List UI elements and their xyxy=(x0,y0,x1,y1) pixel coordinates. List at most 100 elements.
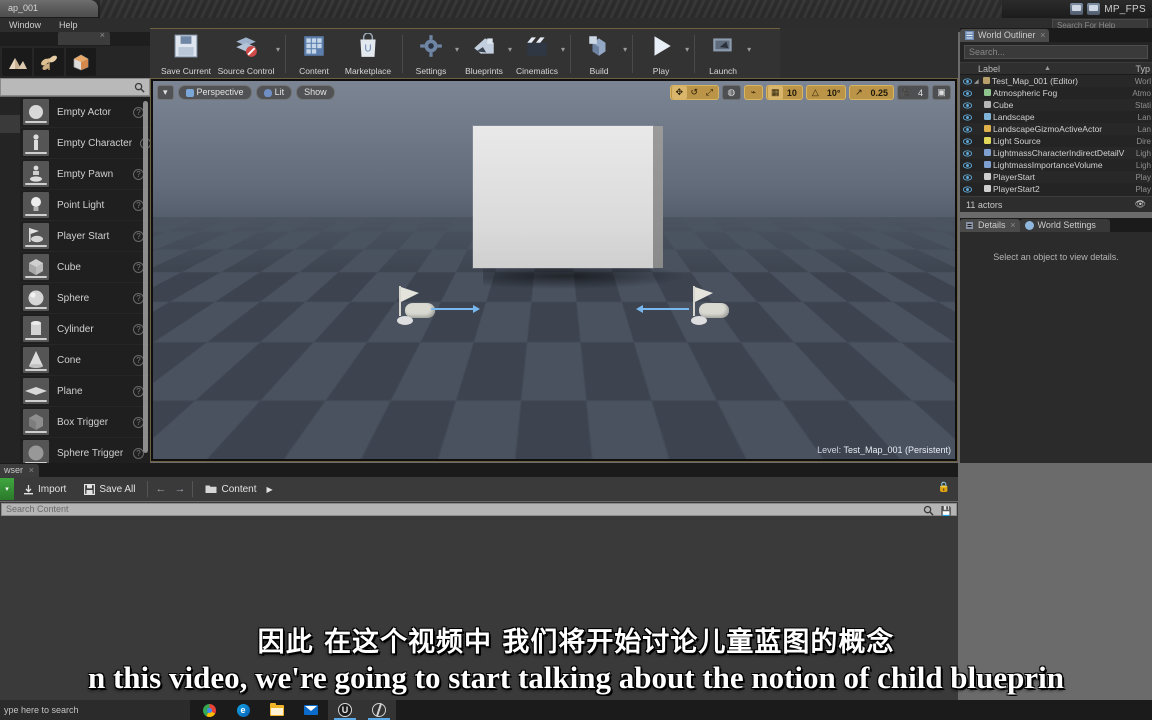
modes-tab[interactable] xyxy=(58,30,110,45)
toolbar-button-cinematics[interactable]: Cinematics xyxy=(513,30,561,78)
viewport-canvas[interactable]: ▾ Perspective Lit Show ✥ ↺ ⤢ ◍ ⌁ ▦ 10 △ … xyxy=(153,81,955,459)
geometry-edit-mode-icon[interactable] xyxy=(66,48,96,76)
scale-snap-icon[interactable]: ↗ xyxy=(851,86,866,99)
outliner-row[interactable]: PlayerStart2 Play xyxy=(960,183,1152,195)
visibility-eye-icon[interactable] xyxy=(960,137,974,145)
taskbar-app-mail[interactable] xyxy=(294,700,328,720)
world-outliner-search-input[interactable]: Search... xyxy=(964,45,1148,59)
visibility-eye-icon[interactable] xyxy=(960,125,974,133)
menu-item-window[interactable]: Window xyxy=(0,18,50,32)
angle-snap-icon[interactable]: △ xyxy=(808,86,823,99)
maximize-viewport-icon[interactable]: ▣ xyxy=(934,86,949,99)
place-item-empty-actor[interactable]: Empty Actor? xyxy=(20,97,150,128)
place-item-box-trigger[interactable]: Box Trigger? xyxy=(20,407,150,438)
foliage-mode-icon[interactable] xyxy=(34,48,64,76)
place-actors-list[interactable]: Empty Actor?Empty Character?Empty Pawn?P… xyxy=(20,97,150,463)
place-item-cylinder[interactable]: Cylinder? xyxy=(20,314,150,345)
outliner-row[interactable]: Cube Stati xyxy=(960,99,1152,111)
level-viewport[interactable]: ▾ Perspective Lit Show ✥ ↺ ⤢ ◍ ⌁ ▦ 10 △ … xyxy=(150,78,958,462)
toolbar-button-save-current[interactable]: Save Current xyxy=(156,30,216,78)
toolbar-button-content[interactable]: Content xyxy=(290,30,338,78)
visibility-eye-icon[interactable] xyxy=(960,149,974,157)
taskbar-app-browser[interactable] xyxy=(362,700,396,720)
modes-side-selected[interactable] xyxy=(0,115,20,133)
toolbar-dropdown-arrow[interactable]: ▾ xyxy=(455,45,459,54)
modes-search-input[interactable] xyxy=(0,78,150,96)
import-button[interactable]: Import xyxy=(14,478,75,500)
grid-snap-icon[interactable]: ▦ xyxy=(767,86,783,99)
outliner-row[interactable]: LandscapeGizmoActiveActor Lan xyxy=(960,123,1152,135)
toolbar-button-blueprints[interactable]: Blueprints xyxy=(460,30,508,78)
place-item-empty-character[interactable]: Empty Character? xyxy=(20,128,150,159)
feedback-icon[interactable] xyxy=(1070,3,1084,15)
visibility-eye-icon[interactable] xyxy=(960,89,974,97)
viewport-perspective-menu[interactable]: Perspective xyxy=(177,85,252,100)
column-label[interactable]: Label xyxy=(960,64,1000,74)
world-outliner-rows[interactable]: ◢ Test_Map_001 (Editor) Worl Atmospheric Fo… xyxy=(960,75,1152,195)
place-item-player-start[interactable]: Player Start? xyxy=(20,221,150,252)
visibility-eye-icon[interactable] xyxy=(960,113,974,121)
viewport-options-menu[interactable]: ▾ xyxy=(157,85,174,100)
outliner-row[interactable]: Landscape Lan xyxy=(960,111,1152,123)
taskbar-app-unreal-engine[interactable]: U xyxy=(328,700,362,720)
player-start-actor-1[interactable] xyxy=(397,286,480,330)
visibility-eye-icon[interactable] xyxy=(960,161,974,169)
visibility-eye-icon[interactable]: 👁 xyxy=(1135,199,1146,210)
taskbar-app-chrome[interactable] xyxy=(192,700,226,720)
place-item-sphere-trigger[interactable]: Sphere Trigger? xyxy=(20,438,150,463)
landscape-mode-icon[interactable] xyxy=(2,48,32,76)
outliner-row[interactable]: LightmassCharacterIndirectDetailV Ligh xyxy=(960,147,1152,159)
close-icon[interactable]: × xyxy=(29,464,34,477)
place-item-cone[interactable]: Cone? xyxy=(20,345,150,376)
viewport-show-menu[interactable]: Show xyxy=(296,85,335,100)
grid-snap-value[interactable]: 10 xyxy=(783,88,801,98)
toolbar-button-launch[interactable]: Launch xyxy=(699,30,747,78)
toolbar-dropdown-arrow[interactable]: ▾ xyxy=(561,45,565,54)
outliner-row[interactable]: PlayerStart Play xyxy=(960,171,1152,183)
visibility-eye-icon[interactable] xyxy=(960,77,974,85)
add-new-button[interactable]: ▾ xyxy=(0,478,14,500)
tab-content-browser[interactable]: wser × xyxy=(0,464,40,477)
close-icon[interactable]: × xyxy=(1010,219,1015,232)
tab-world-settings[interactable]: World Settings xyxy=(1019,219,1110,232)
outliner-row[interactable]: Atmospheric Fog Atmo xyxy=(960,87,1152,99)
breadcrumb[interactable]: Content ▶ xyxy=(196,478,281,500)
place-item-sphere[interactable]: Sphere? xyxy=(20,283,150,314)
visibility-eye-icon[interactable] xyxy=(960,185,974,193)
visibility-eye-icon[interactable] xyxy=(960,173,974,181)
world-space-icon[interactable]: ◍ xyxy=(724,86,739,99)
scale-snap-value[interactable]: 0.25 xyxy=(866,88,892,98)
visibility-eye-icon[interactable] xyxy=(960,101,974,109)
toolbar-dropdown-arrow[interactable]: ▾ xyxy=(623,45,627,54)
place-item-cube[interactable]: Cube? xyxy=(20,252,150,283)
tab-world-outliner[interactable]: World Outliner × xyxy=(960,29,1050,42)
surface-snap-icon[interactable]: ⌁ xyxy=(746,86,761,99)
cloud-icon[interactable] xyxy=(1087,3,1101,15)
toolbar-button-build[interactable]: Build xyxy=(575,30,623,78)
tab-details[interactable]: Details × xyxy=(960,219,1020,232)
forward-arrow-icon[interactable]: → xyxy=(170,483,189,495)
breadcrumb-chevron-icon[interactable]: ▶ xyxy=(267,485,273,494)
rotate-tool-icon[interactable]: ↺ xyxy=(687,86,702,99)
outliner-row[interactable]: ◢ Test_Map_001 (Editor) Worl xyxy=(960,75,1152,87)
content-search-input[interactable]: Search Content 💾 xyxy=(1,503,957,516)
place-list-scrollbar[interactable] xyxy=(143,101,148,453)
column-type[interactable]: Typ xyxy=(1135,64,1150,74)
outliner-row[interactable]: LightmassImportanceVolume Ligh xyxy=(960,159,1152,171)
menu-item-help[interactable]: Help xyxy=(50,18,87,32)
place-item-point-light[interactable]: Point Light? xyxy=(20,190,150,221)
lock-icon[interactable]: 🔒 xyxy=(938,482,950,493)
back-arrow-icon[interactable]: ← xyxy=(151,483,170,495)
toolbar-button-source-control[interactable]: Source Control xyxy=(216,30,276,78)
taskbar-search-input[interactable]: ype here to search xyxy=(0,700,190,720)
save-all-button[interactable]: Save All xyxy=(75,478,144,500)
toolbar-button-marketplace[interactable]: U Marketplace xyxy=(338,30,398,78)
place-item-empty-pawn[interactable]: Empty Pawn? xyxy=(20,159,150,190)
taskbar-app-file-explorer[interactable] xyxy=(260,700,294,720)
move-tool-icon[interactable]: ✥ xyxy=(671,86,687,99)
outliner-row[interactable]: Light Source Dire xyxy=(960,135,1152,147)
toolbar-button-settings[interactable]: Settings xyxy=(407,30,455,78)
toolbar-dropdown-arrow[interactable]: ▾ xyxy=(747,45,751,54)
place-item-plane[interactable]: Plane? xyxy=(20,376,150,407)
angle-snap-value[interactable]: 10° xyxy=(823,88,845,98)
